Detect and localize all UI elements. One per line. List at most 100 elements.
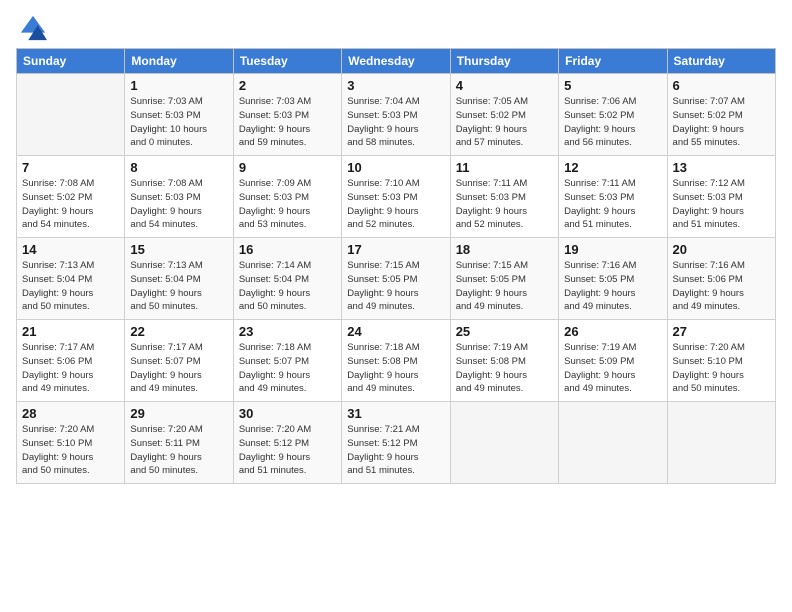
calendar-cell: 3 Sunrise: 7:04 AMSunset: 5:03 PMDaylight… [342, 74, 450, 156]
day-info: Sunrise: 7:20 AMSunset: 5:10 PMDaylight:… [22, 423, 119, 478]
calendar-cell: 30 Sunrise: 7:20 AMSunset: 5:12 PMDayligh… [233, 402, 341, 484]
calendar-week-row: 7 Sunrise: 7:08 AMSunset: 5:02 PMDaylight… [17, 156, 776, 238]
weekday-header: Wednesday [342, 49, 450, 74]
day-info: Sunrise: 7:20 AMSunset: 5:10 PMDaylight:… [673, 341, 770, 396]
day-info: Sunrise: 7:19 AMSunset: 5:09 PMDaylight:… [564, 341, 661, 396]
day-number: 22 [130, 324, 227, 339]
day-number: 26 [564, 324, 661, 339]
day-number: 21 [22, 324, 119, 339]
day-info: Sunrise: 7:18 AMSunset: 5:08 PMDaylight:… [347, 341, 444, 396]
calendar-cell: 12 Sunrise: 7:11 AMSunset: 5:03 PMDayligh… [559, 156, 667, 238]
weekday-header: Monday [125, 49, 233, 74]
day-number: 19 [564, 242, 661, 257]
calendar-cell [450, 402, 558, 484]
day-number: 8 [130, 160, 227, 175]
weekday-header: Sunday [17, 49, 125, 74]
day-number: 28 [22, 406, 119, 421]
page-container: SundayMondayTuesdayWednesdayThursdayFrid… [0, 0, 792, 494]
day-number: 5 [564, 78, 661, 93]
day-number: 13 [673, 160, 770, 175]
day-info: Sunrise: 7:13 AMSunset: 5:04 PMDaylight:… [22, 259, 119, 314]
day-info: Sunrise: 7:08 AMSunset: 5:02 PMDaylight:… [22, 177, 119, 232]
day-info: Sunrise: 7:10 AMSunset: 5:03 PMDaylight:… [347, 177, 444, 232]
day-number: 15 [130, 242, 227, 257]
calendar-body: 1 Sunrise: 7:03 AMSunset: 5:03 PMDaylight… [17, 74, 776, 484]
day-number: 24 [347, 324, 444, 339]
calendar-cell [559, 402, 667, 484]
day-number: 6 [673, 78, 770, 93]
weekday-header: Thursday [450, 49, 558, 74]
day-info: Sunrise: 7:06 AMSunset: 5:02 PMDaylight:… [564, 95, 661, 150]
day-number: 20 [673, 242, 770, 257]
day-info: Sunrise: 7:03 AMSunset: 5:03 PMDaylight:… [130, 95, 227, 150]
day-info: Sunrise: 7:19 AMSunset: 5:08 PMDaylight:… [456, 341, 553, 396]
day-number: 25 [456, 324, 553, 339]
day-info: Sunrise: 7:16 AMSunset: 5:06 PMDaylight:… [673, 259, 770, 314]
calendar-week-row: 1 Sunrise: 7:03 AMSunset: 5:03 PMDaylight… [17, 74, 776, 156]
logo-icon [19, 14, 47, 42]
calendar-cell: 28 Sunrise: 7:20 AMSunset: 5:10 PMDayligh… [17, 402, 125, 484]
day-number: 3 [347, 78, 444, 93]
calendar-week-row: 14 Sunrise: 7:13 AMSunset: 5:04 PMDayligh… [17, 238, 776, 320]
calendar-cell [667, 402, 775, 484]
day-info: Sunrise: 7:11 AMSunset: 5:03 PMDaylight:… [564, 177, 661, 232]
calendar-cell: 10 Sunrise: 7:10 AMSunset: 5:03 PMDayligh… [342, 156, 450, 238]
calendar-cell: 9 Sunrise: 7:09 AMSunset: 5:03 PMDaylight… [233, 156, 341, 238]
day-info: Sunrise: 7:13 AMSunset: 5:04 PMDaylight:… [130, 259, 227, 314]
day-info: Sunrise: 7:11 AMSunset: 5:03 PMDaylight:… [456, 177, 553, 232]
day-info: Sunrise: 7:20 AMSunset: 5:12 PMDaylight:… [239, 423, 336, 478]
day-number: 30 [239, 406, 336, 421]
day-number: 31 [347, 406, 444, 421]
calendar-table: SundayMondayTuesdayWednesdayThursdayFrid… [16, 48, 776, 484]
day-info: Sunrise: 7:12 AMSunset: 5:03 PMDaylight:… [673, 177, 770, 232]
calendar-cell: 1 Sunrise: 7:03 AMSunset: 5:03 PMDaylight… [125, 74, 233, 156]
day-info: Sunrise: 7:03 AMSunset: 5:03 PMDaylight:… [239, 95, 336, 150]
day-number: 12 [564, 160, 661, 175]
calendar-cell: 24 Sunrise: 7:18 AMSunset: 5:08 PMDayligh… [342, 320, 450, 402]
day-info: Sunrise: 7:07 AMSunset: 5:02 PMDaylight:… [673, 95, 770, 150]
day-number: 14 [22, 242, 119, 257]
day-info: Sunrise: 7:17 AMSunset: 5:07 PMDaylight:… [130, 341, 227, 396]
day-number: 7 [22, 160, 119, 175]
calendar-cell: 13 Sunrise: 7:12 AMSunset: 5:03 PMDayligh… [667, 156, 775, 238]
day-number: 10 [347, 160, 444, 175]
calendar-cell: 29Sunrise: 7:20 AMSunset: 5:11 PMDayligh… [125, 402, 233, 484]
day-number: 18 [456, 242, 553, 257]
calendar-cell: 17 Sunrise: 7:15 AMSunset: 5:05 PMDayligh… [342, 238, 450, 320]
calendar-cell: 4 Sunrise: 7:05 AMSunset: 5:02 PMDaylight… [450, 74, 558, 156]
calendar-cell: 27Sunrise: 7:20 AMSunset: 5:10 PMDayligh… [667, 320, 775, 402]
calendar-cell: 23Sunrise: 7:18 AMSunset: 5:07 PMDayligh… [233, 320, 341, 402]
calendar-week-row: 21 Sunrise: 7:17 AMSunset: 5:06 PMDayligh… [17, 320, 776, 402]
day-number: 23 [239, 324, 336, 339]
weekday-header: Saturday [667, 49, 775, 74]
logo [16, 14, 47, 42]
day-number: 9 [239, 160, 336, 175]
calendar-cell: 14 Sunrise: 7:13 AMSunset: 5:04 PMDayligh… [17, 238, 125, 320]
day-number: 17 [347, 242, 444, 257]
calendar-cell: 5 Sunrise: 7:06 AMSunset: 5:02 PMDaylight… [559, 74, 667, 156]
calendar-cell: 22 Sunrise: 7:17 AMSunset: 5:07 PMDayligh… [125, 320, 233, 402]
day-info: Sunrise: 7:21 AMSunset: 5:12 PMDaylight:… [347, 423, 444, 478]
day-info: Sunrise: 7:14 AMSunset: 5:04 PMDaylight:… [239, 259, 336, 314]
calendar-cell: 21 Sunrise: 7:17 AMSunset: 5:06 PMDayligh… [17, 320, 125, 402]
calendar-cell: 11 Sunrise: 7:11 AMSunset: 5:03 PMDayligh… [450, 156, 558, 238]
calendar-cell: 16Sunrise: 7:14 AMSunset: 5:04 PMDayligh… [233, 238, 341, 320]
day-info: Sunrise: 7:09 AMSunset: 5:03 PMDaylight:… [239, 177, 336, 232]
calendar-cell: 25 Sunrise: 7:19 AMSunset: 5:08 PMDayligh… [450, 320, 558, 402]
day-info: Sunrise: 7:15 AMSunset: 5:05 PMDaylight:… [347, 259, 444, 314]
day-number: 1 [130, 78, 227, 93]
day-info: Sunrise: 7:05 AMSunset: 5:02 PMDaylight:… [456, 95, 553, 150]
calendar-cell: 26 Sunrise: 7:19 AMSunset: 5:09 PMDayligh… [559, 320, 667, 402]
day-info: Sunrise: 7:08 AMSunset: 5:03 PMDaylight:… [130, 177, 227, 232]
weekday-header: Friday [559, 49, 667, 74]
calendar-header: SundayMondayTuesdayWednesdayThursdayFrid… [17, 49, 776, 74]
calendar-cell: 15 Sunrise: 7:13 AMSunset: 5:04 PMDayligh… [125, 238, 233, 320]
day-number: 2 [239, 78, 336, 93]
header [16, 10, 776, 42]
day-info: Sunrise: 7:17 AMSunset: 5:06 PMDaylight:… [22, 341, 119, 396]
day-number: 11 [456, 160, 553, 175]
day-info: Sunrise: 7:04 AMSunset: 5:03 PMDaylight:… [347, 95, 444, 150]
calendar-cell: 6 Sunrise: 7:07 AMSunset: 5:02 PMDaylight… [667, 74, 775, 156]
day-info: Sunrise: 7:15 AMSunset: 5:05 PMDaylight:… [456, 259, 553, 314]
day-number: 4 [456, 78, 553, 93]
